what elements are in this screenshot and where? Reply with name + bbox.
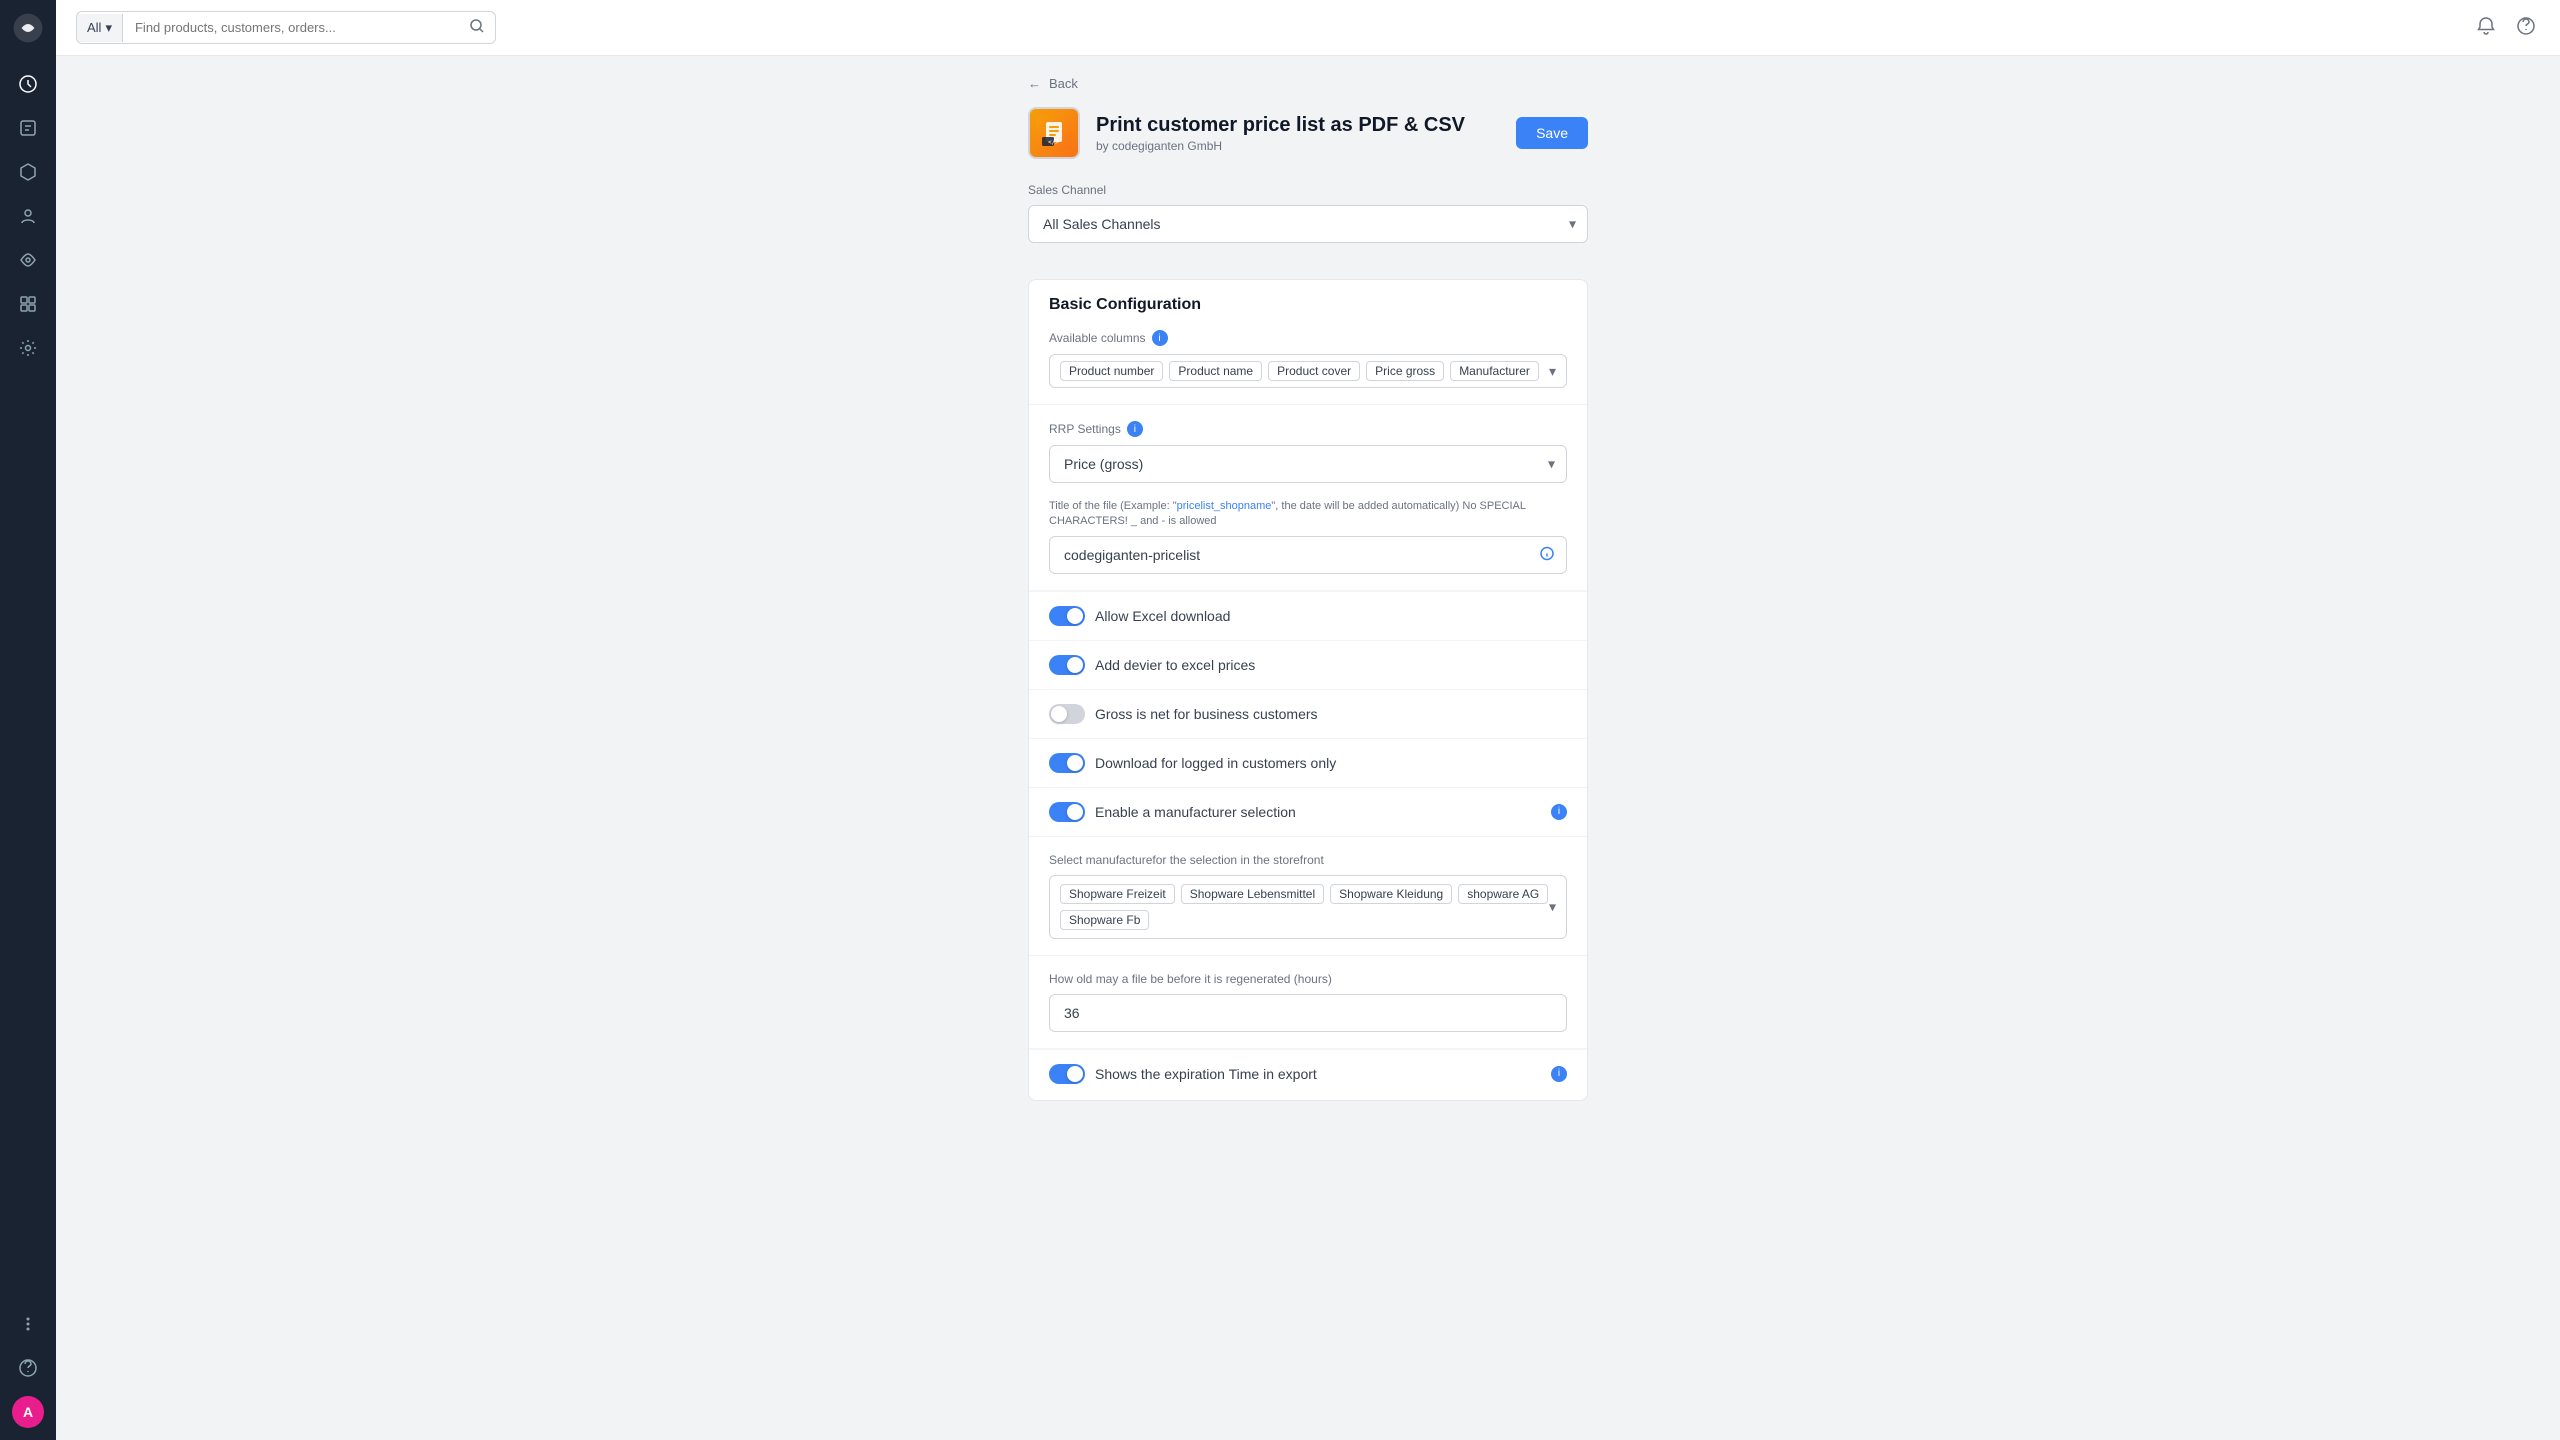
mfr-tag-kleidung: Shopware Kleidung xyxy=(1330,884,1452,904)
toggle-download-logged: Download for logged in customers only xyxy=(1029,738,1587,787)
sidebar-item-products[interactable] xyxy=(8,152,48,192)
sidebar-item-more[interactable] xyxy=(8,1304,48,1344)
file-title-note: Title of the file (Example: "pricelist_s… xyxy=(1049,499,1567,530)
manufacturer-info-icon[interactable]: i xyxy=(1551,804,1567,820)
sales-channel-section: Sales Channel All Sales Channels ▾ xyxy=(1028,183,1588,279)
toggle-add-devier: Add devier to excel prices xyxy=(1029,640,1587,689)
app-icon: </> xyxy=(1028,107,1080,159)
content-inner: ← Back </> Print custom xyxy=(1028,56,1588,1141)
column-tag-manufacturer: Manufacturer xyxy=(1450,361,1539,381)
sales-channel-select[interactable]: All Sales Channels xyxy=(1028,205,1588,243)
file-age-section: How old may a file be before it is regen… xyxy=(1029,956,1587,1048)
app-header: </> Print customer price list as PDF & C… xyxy=(1028,107,1588,159)
sidebar-item-customers[interactable] xyxy=(8,196,48,236)
file-title-icon xyxy=(1539,545,1555,564)
rrp-select[interactable]: Price (gross) Price (net) xyxy=(1049,445,1567,483)
content-area: ← Back </> Print custom xyxy=(56,56,2560,1440)
toggle-gross-net: Gross is net for business customers xyxy=(1029,689,1587,738)
available-columns-label: Available columns i xyxy=(1049,330,1567,346)
save-button[interactable]: Save xyxy=(1516,117,1588,149)
toggle-gross-net-label: Gross is net for business customers xyxy=(1095,706,1567,722)
sidebar-nav xyxy=(0,56,56,1348)
sidebar-item-dashboard[interactable] xyxy=(8,64,48,104)
mfr-tag-freizeit: Shopware Freizeit xyxy=(1060,884,1175,904)
toggle-allow-excel: Allow Excel download xyxy=(1029,591,1587,640)
user-avatar[interactable]: A xyxy=(12,1396,44,1428)
sidebar-bottom: A xyxy=(8,1348,48,1440)
mfr-tag-lebensmittel: Shopware Lebensmittel xyxy=(1181,884,1324,904)
rrp-label: RRP Settings i xyxy=(1049,421,1567,437)
manufacturer-chevron: ▾ xyxy=(1549,898,1556,915)
back-link[interactable]: ← Back xyxy=(1028,76,1588,91)
file-age-label: How old may a file be before it is regen… xyxy=(1049,972,1567,986)
sales-channel-select-wrapper: All Sales Channels ▾ xyxy=(1028,205,1588,243)
sales-channel-label: Sales Channel xyxy=(1028,183,1588,197)
basic-config-title: Basic Configuration xyxy=(1029,280,1587,314)
file-title-input[interactable] xyxy=(1049,536,1567,574)
toggle-expiration: Shows the expiration Time in export i xyxy=(1029,1049,1587,1100)
sidebar-item-marketing[interactable] xyxy=(8,240,48,280)
file-title-example: pricelist_shopname xyxy=(1177,500,1272,512)
column-tag-product-cover: Product cover xyxy=(1268,361,1360,381)
file-age-input[interactable] xyxy=(1049,994,1567,1032)
main-area: All ▾ ← Back xyxy=(56,0,2560,1440)
back-arrow-icon: ← xyxy=(1028,76,1041,91)
sidebar-item-settings[interactable] xyxy=(8,328,48,368)
topbar: All ▾ xyxy=(56,0,2560,56)
toggle-add-devier-switch[interactable] xyxy=(1049,655,1085,675)
toggle-expiration-switch[interactable] xyxy=(1049,1064,1085,1084)
rrp-info-icon[interactable]: i xyxy=(1127,421,1143,437)
app-title: Print customer price list as PDF & CSV xyxy=(1096,114,1500,137)
search-filter-select[interactable]: All ▾ xyxy=(77,14,123,42)
toggle-manufacturer-selection: Enable a manufacturer selection i xyxy=(1029,787,1587,836)
toggle-add-devier-label: Add devier to excel prices xyxy=(1095,657,1567,673)
manufacturer-select-label: Select manufacturefor the selection in t… xyxy=(1049,853,1567,867)
toggle-allow-excel-switch[interactable] xyxy=(1049,606,1085,626)
toggle-manufacturer-switch[interactable] xyxy=(1049,802,1085,822)
search-container: All ▾ xyxy=(76,11,496,44)
app-subtitle: by codegiganten GmbH xyxy=(1096,139,1500,153)
topbar-icons xyxy=(2472,12,2540,43)
available-columns-input[interactable]: Product number Product name Product cove… xyxy=(1049,354,1567,388)
file-title-input-wrapper xyxy=(1049,536,1567,574)
svg-text:</>: </> xyxy=(1048,139,1059,146)
search-filter-chevron: ▾ xyxy=(105,20,112,36)
toggle-gross-net-switch[interactable] xyxy=(1049,704,1085,724)
toggle-manufacturer-label: Enable a manufacturer selection xyxy=(1095,804,1541,820)
rrp-select-wrapper: Price (gross) Price (net) ▾ xyxy=(1049,445,1567,483)
toggle-expiration-label: Shows the expiration Time in export xyxy=(1095,1066,1541,1082)
sidebar-item-extensions[interactable] xyxy=(8,284,48,324)
columns-chevron: ▾ xyxy=(1549,363,1556,380)
sidebar: A xyxy=(0,0,56,1440)
column-tag-price-gross: Price gross xyxy=(1366,361,1444,381)
toggle-download-logged-switch[interactable] xyxy=(1049,753,1085,773)
app-title-section: Print customer price list as PDF & CSV b… xyxy=(1096,114,1500,153)
file-title-section: Title of the file (Example: "pricelist_s… xyxy=(1029,499,1587,590)
search-filter-label: All xyxy=(87,20,101,35)
toggle-download-logged-label: Download for logged in customers only xyxy=(1095,755,1567,771)
mfr-tag-ag: shopware AG xyxy=(1458,884,1548,904)
toggle-allow-excel-label: Allow Excel download xyxy=(1095,608,1567,624)
help-button[interactable] xyxy=(2512,12,2540,43)
rrp-settings-section: RRP Settings i Price (gross) Price (net)… xyxy=(1029,405,1587,499)
mfr-tag-fb: Shopware Fb xyxy=(1060,910,1149,930)
logo[interactable] xyxy=(0,0,56,56)
basic-config-card: Basic Configuration Available columns i … xyxy=(1028,279,1588,1101)
manufacturer-select-section: Select manufacturefor the selection in t… xyxy=(1029,837,1587,955)
manufacturer-select-area[interactable]: Shopware Freizeit Shopware Lebensmittel … xyxy=(1049,875,1567,939)
search-input[interactable] xyxy=(123,14,459,41)
notifications-button[interactable] xyxy=(2472,12,2500,43)
column-tag-product-name: Product name xyxy=(1169,361,1262,381)
column-tag-product-number: Product number xyxy=(1060,361,1163,381)
sidebar-item-orders[interactable] xyxy=(8,108,48,148)
available-columns-info-icon[interactable]: i xyxy=(1152,330,1168,346)
available-columns-section: Available columns i Product number Produ… xyxy=(1029,330,1587,404)
search-button[interactable] xyxy=(459,12,495,43)
expiration-info-icon[interactable]: i xyxy=(1551,1066,1567,1082)
sidebar-help[interactable] xyxy=(8,1348,48,1388)
